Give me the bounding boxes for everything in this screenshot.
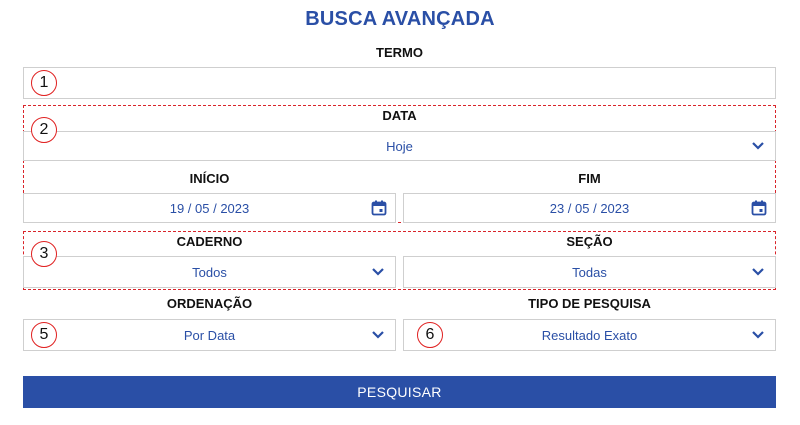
secao-label: SEÇÃO <box>566 234 613 249</box>
annotation-badge-2: 2 <box>31 117 57 143</box>
data-label: DATA <box>382 108 417 123</box>
annotation-badge-3: 3 <box>31 241 57 267</box>
calendar-icon[interactable] <box>371 200 387 216</box>
chevron-down-icon <box>372 268 384 276</box>
termo-label: TERMO <box>376 45 423 60</box>
annotation-badge-5: 5 <box>31 322 57 348</box>
fim-label: FIM <box>578 171 601 186</box>
caderno-select-value: Todos <box>192 264 227 280</box>
fim-date-input[interactable]: 23 / 05 / 2023 <box>403 193 776 223</box>
calendar-icon[interactable] <box>751 200 767 216</box>
chevron-down-icon <box>752 268 764 276</box>
data-select-value: Hoje <box>386 138 413 154</box>
caderno-select[interactable]: Todos <box>23 256 396 288</box>
chevron-down-icon <box>752 142 764 150</box>
termo-input[interactable] <box>23 67 776 99</box>
annotation-badge-1: 1 <box>31 70 57 96</box>
inicio-date-input[interactable]: 19 / 05 / 2023 <box>23 193 396 223</box>
chevron-down-icon <box>372 331 384 339</box>
tipo-pesquisa-select[interactable]: Resultado Exato <box>403 319 776 351</box>
termo-input-value <box>24 68 775 98</box>
ordenacao-select[interactable]: Por Data <box>23 319 396 351</box>
inicio-label: INÍCIO <box>189 171 230 186</box>
pesquisar-button[interactable]: PESQUISAR <box>23 376 776 408</box>
ordenacao-label: ORDENAÇÃO <box>166 296 253 311</box>
ordenacao-select-value: Por Data <box>183 327 236 343</box>
caderno-label: CADERNO <box>176 234 243 249</box>
chevron-down-icon <box>752 331 764 339</box>
secao-select[interactable]: Todas <box>403 256 776 288</box>
secao-select-value: Todas <box>572 264 607 280</box>
fim-date-value: 23 / 05 / 2023 <box>549 200 630 216</box>
page-title: BUSCA AVANÇADA <box>305 8 495 30</box>
annotation-badge-6: 6 <box>417 322 443 348</box>
inicio-date-value: 19 / 05 / 2023 <box>169 200 250 216</box>
tipo-pesquisa-select-value: Resultado Exato <box>541 327 638 343</box>
tipo-pesquisa-label: TIPO DE PESQUISA <box>528 296 651 311</box>
data-select[interactable]: Hoje <box>23 131 776 161</box>
